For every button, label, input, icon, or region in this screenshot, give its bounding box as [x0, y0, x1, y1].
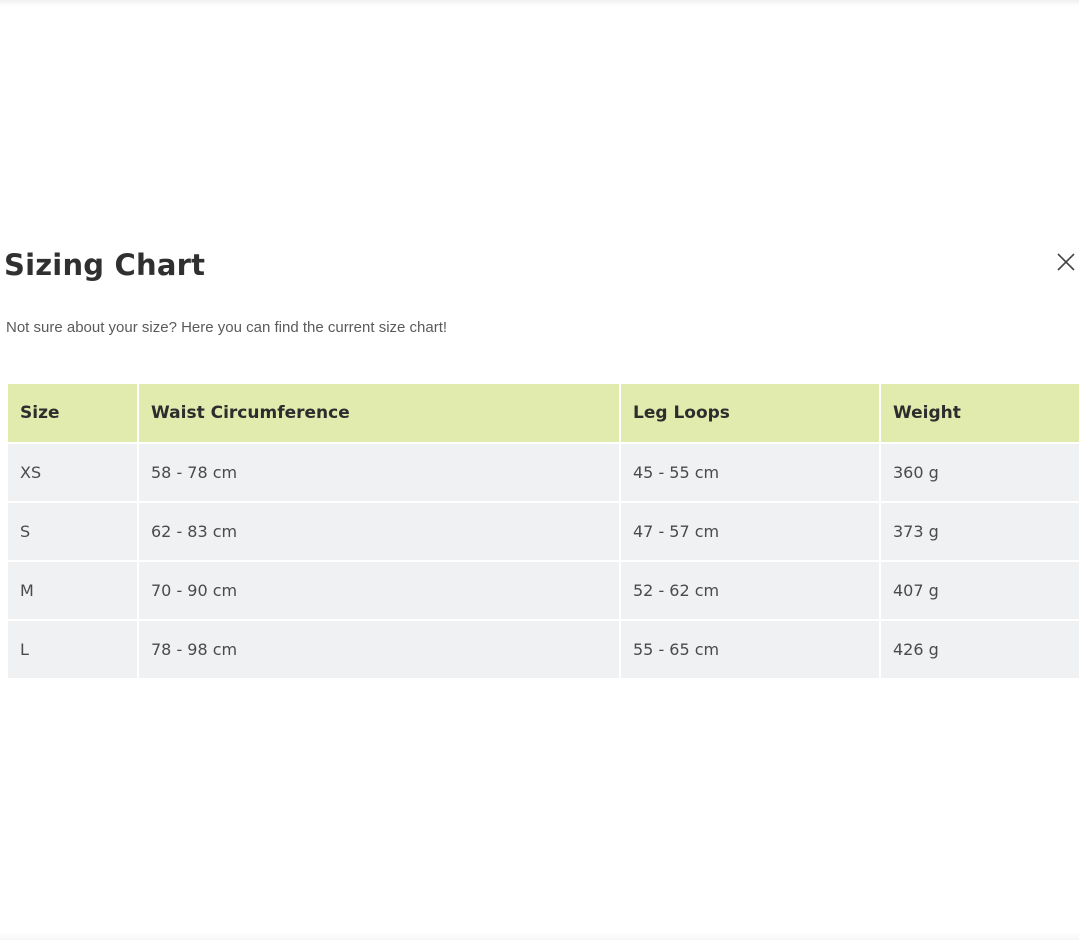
page: Sizing Chart Not sure about your size? H… — [0, 0, 1079, 940]
cell-leg-loops: 52 - 62 cm — [619, 560, 881, 621]
table-row: M 70 - 90 cm 52 - 62 cm 407 g — [6, 560, 1079, 621]
cell-leg-loops: 47 - 57 cm — [619, 501, 881, 562]
column-header-leg-loops: Leg Loops — [619, 382, 881, 444]
cell-weight: 407 g — [879, 560, 1079, 621]
cell-weight: 426 g — [879, 619, 1079, 680]
cell-size: L — [6, 619, 139, 680]
cell-size: XS — [6, 442, 139, 503]
cell-size: S — [6, 501, 139, 562]
cell-waist: 58 - 78 cm — [137, 442, 621, 503]
size-table: Size Waist Circumference Leg Loops Weigh… — [6, 382, 1079, 680]
column-header-size: Size — [6, 382, 139, 444]
table-header-row: Size Waist Circumference Leg Loops Weigh… — [6, 382, 1079, 444]
modal-subtitle: Not sure about your size? Here you can f… — [6, 319, 448, 336]
cell-size: M — [6, 560, 139, 621]
cell-weight: 373 g — [879, 501, 1079, 562]
cell-leg-loops: 45 - 55 cm — [619, 442, 881, 503]
cell-leg-loops: 55 - 65 cm — [619, 619, 881, 680]
close-icon — [1057, 253, 1075, 271]
bottom-edge — [0, 932, 1079, 940]
column-header-waist: Waist Circumference — [137, 382, 621, 444]
cell-weight: 360 g — [879, 442, 1079, 503]
table-row: S 62 - 83 cm 47 - 57 cm 373 g — [6, 501, 1079, 562]
table-row: XS 58 - 78 cm 45 - 55 cm 360 g — [6, 442, 1079, 503]
column-header-weight: Weight — [879, 382, 1079, 444]
cell-waist: 78 - 98 cm — [137, 619, 621, 680]
close-button[interactable] — [1052, 248, 1079, 276]
cell-waist: 62 - 83 cm — [137, 501, 621, 562]
modal-title: Sizing Chart — [4, 248, 206, 282]
top-edge — [0, 0, 1079, 6]
cell-waist: 70 - 90 cm — [137, 560, 621, 621]
table-row: L 78 - 98 cm 55 - 65 cm 426 g — [6, 619, 1079, 680]
